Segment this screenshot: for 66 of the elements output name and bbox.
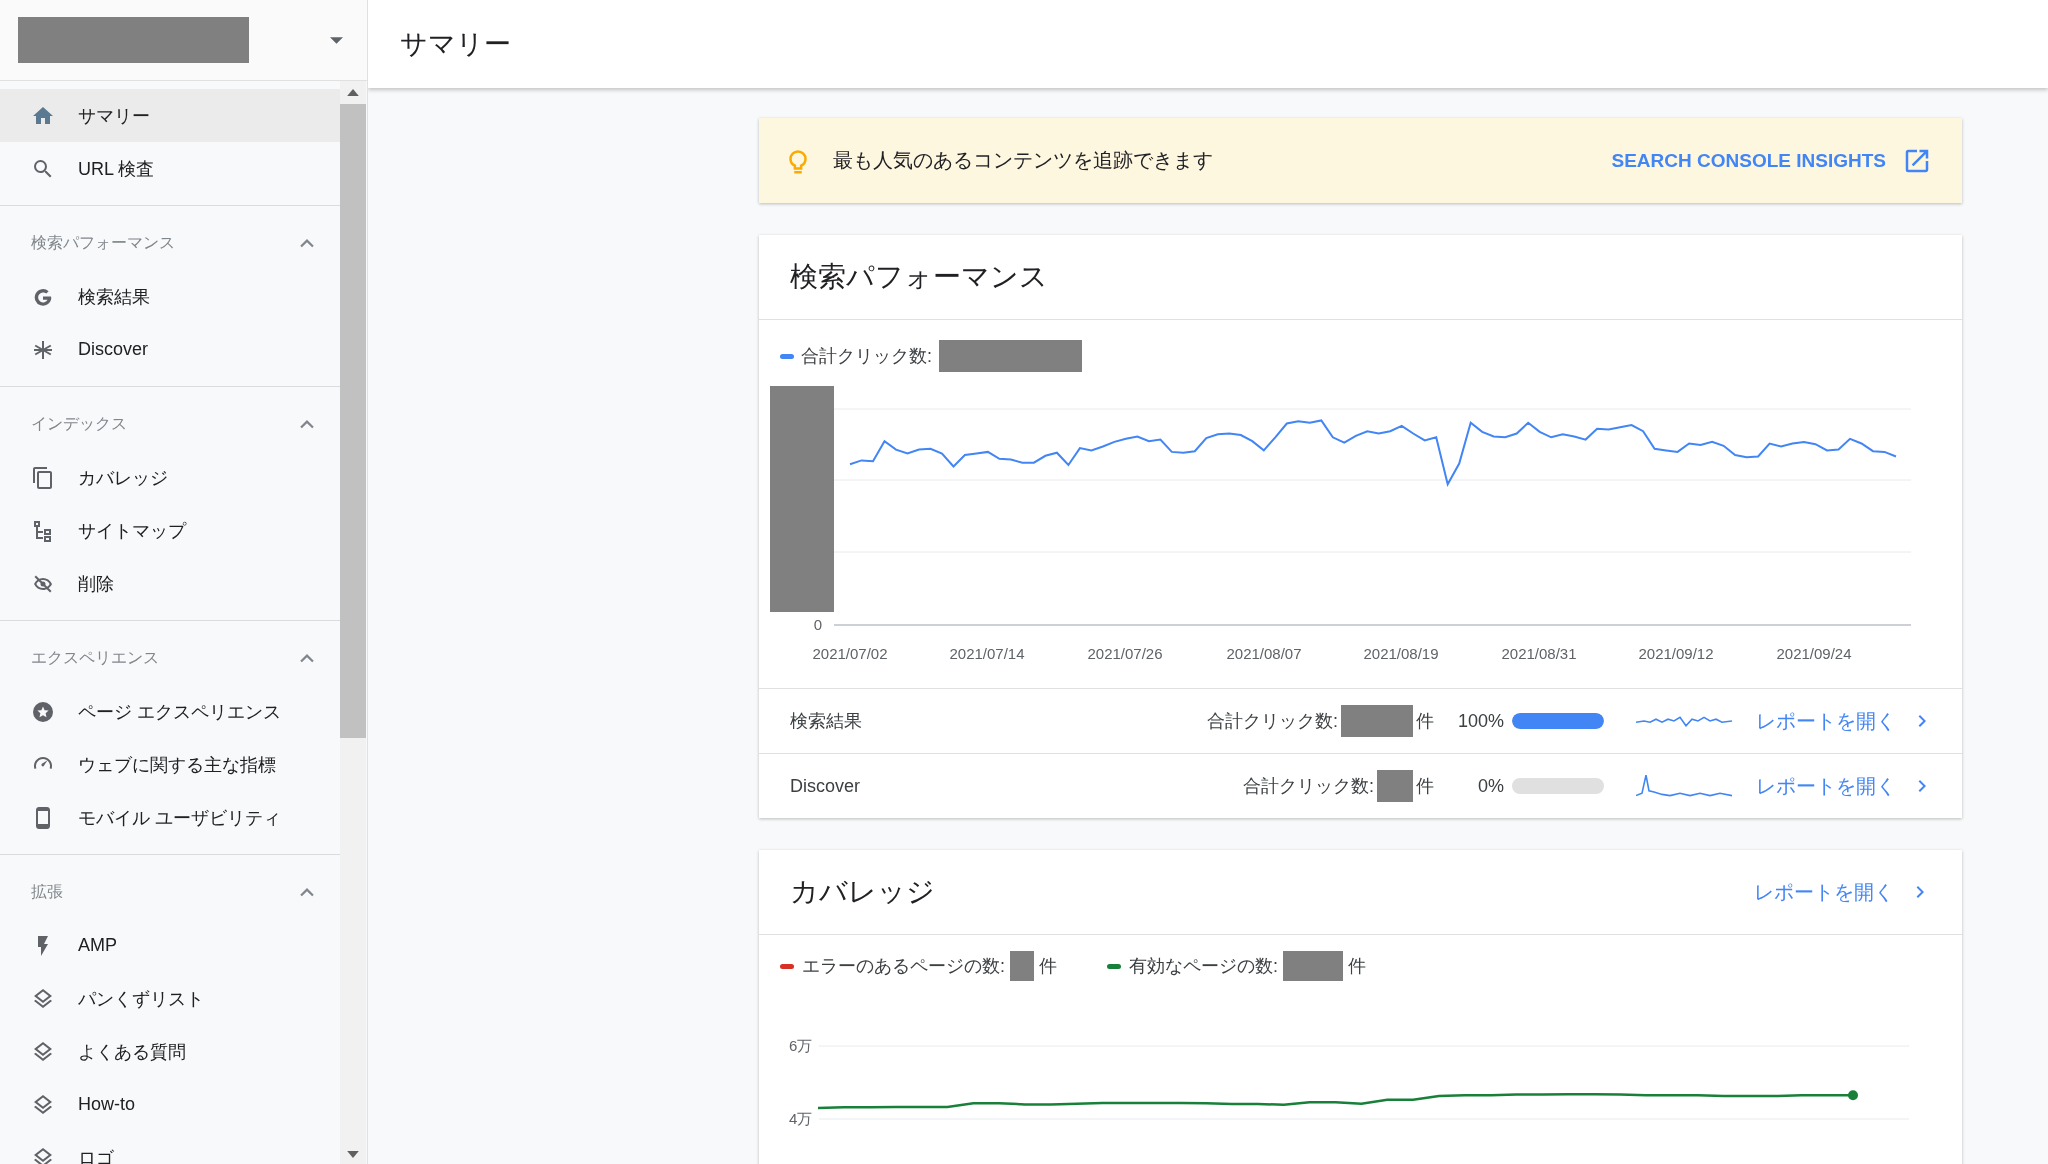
nav-item[interactable]: ロゴ xyxy=(0,1131,340,1164)
axis-label: 4万 xyxy=(789,1110,813,1127)
date-label: 2021/07/14 xyxy=(949,645,1025,662)
nav-item[interactable]: パンくずリスト xyxy=(0,972,340,1025)
chevron-up-icon xyxy=(300,238,314,248)
legend-label: エラーのあるページの数: xyxy=(802,955,1005,978)
date-label: 2021/08/31 xyxy=(1501,645,1577,662)
data-point xyxy=(1848,1090,1858,1101)
open-report-link[interactable]: レポートを開く xyxy=(1754,878,1932,906)
nav-item[interactable]: Discover xyxy=(0,323,340,376)
percent-label: 0% xyxy=(1477,775,1505,797)
unit-label: 件 xyxy=(1416,710,1434,733)
nav-item[interactable]: URL 検査 xyxy=(0,142,340,195)
chevron-up-icon xyxy=(300,887,314,897)
card-title: カバレッジ xyxy=(790,875,935,909)
legend-label: 有効なページの数: xyxy=(1129,955,1279,978)
date-label: 2021/08/19 xyxy=(1363,645,1439,662)
banner-text: 最も人気のあるコンテンツを追跡できます xyxy=(833,148,1214,173)
unit-label: 件 xyxy=(1416,775,1434,798)
scrollbar[interactable] xyxy=(340,81,366,1164)
nav-item[interactable]: ページ エクスペリエンス xyxy=(0,685,340,738)
nav-item[interactable]: カバレッジ xyxy=(0,451,340,504)
date-label: 2021/09/24 xyxy=(1776,645,1852,662)
redacted-block xyxy=(1010,951,1034,981)
nav-item[interactable]: AMP xyxy=(0,919,340,972)
card-title: 検索パフォーマンス xyxy=(790,260,1048,294)
nav-item[interactable]: 検索結果 xyxy=(0,270,340,323)
redacted-block xyxy=(1377,770,1413,802)
legend-swatch xyxy=(780,353,794,359)
nav-item[interactable]: サイトマップ xyxy=(0,504,340,557)
percent-label: 100% xyxy=(1456,710,1505,732)
caret-icon[interactable] xyxy=(330,36,343,44)
unit-label: 件 xyxy=(1039,955,1057,978)
nav-item[interactable]: よくある質問 xyxy=(0,1025,340,1078)
copy-icon xyxy=(31,465,55,490)
nav-item[interactable]: 削除 xyxy=(0,557,340,610)
nav-item[interactable]: サマリー xyxy=(0,89,340,142)
metric-label: 合計クリック数: xyxy=(1207,710,1338,733)
scroll-down-icon[interactable] xyxy=(347,1151,359,1158)
star-badge-icon xyxy=(31,699,55,724)
redacted-block xyxy=(1341,705,1413,737)
axis-label: 0 xyxy=(813,616,822,633)
page-title: サマリー xyxy=(400,28,511,61)
date-label: 2021/08/07 xyxy=(1226,645,1302,662)
legend-label: 合計クリック数: xyxy=(801,345,932,368)
metric-label: 合計クリック数: xyxy=(1243,775,1374,798)
chevron-up-icon xyxy=(300,419,314,429)
date-label: 2021/07/26 xyxy=(1087,645,1163,662)
nav-item[interactable]: モバイル ユーザビリティ xyxy=(0,791,340,844)
nav-item[interactable]: ウェブに関する主な指標 xyxy=(0,738,340,791)
axis-label: 6万 xyxy=(789,1037,813,1054)
open-report-link[interactable]: レポートを開く xyxy=(1756,707,1934,735)
open-report-link[interactable]: レポートを開く xyxy=(1756,772,1934,800)
row-label: Discover xyxy=(790,775,861,797)
section-header[interactable]: 検索パフォーマンス xyxy=(0,226,340,260)
chevron-up-icon xyxy=(300,653,314,663)
section-header[interactable]: インデックス xyxy=(0,407,340,441)
nav-item[interactable]: How-to xyxy=(0,1078,340,1131)
date-label: 2021/07/02 xyxy=(812,645,888,662)
section-header[interactable]: エクスペリエンス xyxy=(0,641,340,675)
unit-label: 件 xyxy=(1348,955,1367,978)
redacted-block xyxy=(1283,951,1344,981)
section-header[interactable]: 拡張 xyxy=(0,875,340,909)
date-label: 2021/09/12 xyxy=(1638,645,1714,662)
row-label: 検索結果 xyxy=(790,710,863,733)
scroll-up-icon[interactable] xyxy=(347,89,359,96)
